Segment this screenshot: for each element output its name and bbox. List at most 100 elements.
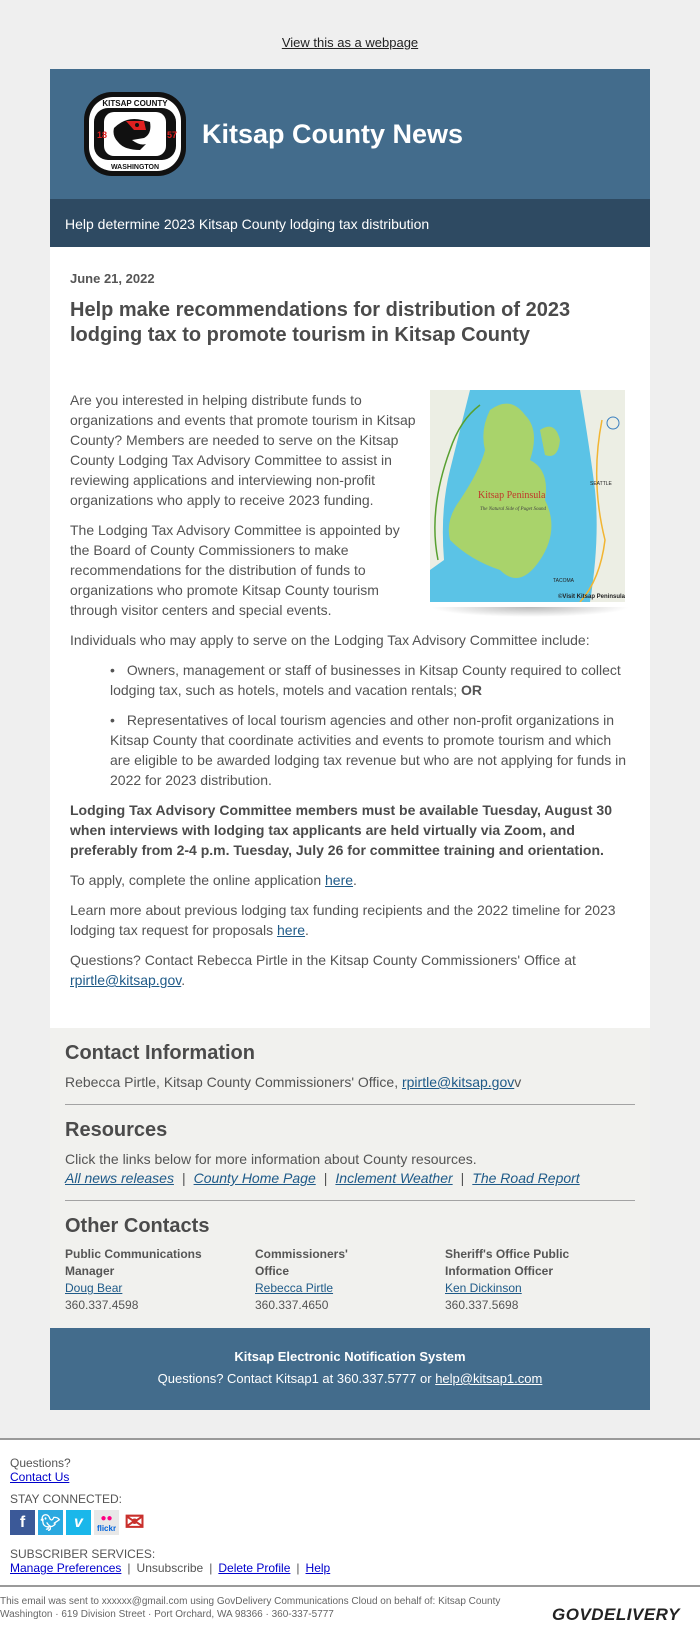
bullet-icon: • bbox=[110, 712, 115, 728]
help-email-link[interactable]: help@kitsap1.com bbox=[435, 1371, 542, 1386]
eligibility-paragraph: Individuals who may apply to serve on th… bbox=[70, 632, 590, 648]
resources-text: Click the links below for more informati… bbox=[65, 1151, 477, 1167]
link-separator: | bbox=[323, 1170, 328, 1186]
legal-footer: This email was sent to xxxxxx@gmail.com … bbox=[0, 1587, 690, 1627]
other-contacts-grid: Public Communications Manager Doug Bear … bbox=[65, 1246, 635, 1314]
link-separator: | bbox=[127, 1561, 131, 1575]
list-item: • Representatives of local tourism agenci… bbox=[110, 710, 630, 790]
contact-information-heading: Contact Information bbox=[65, 1042, 255, 1064]
article-date: June 21, 2022 bbox=[70, 271, 155, 286]
map-graphic: Kitsap Peninsula The Natural Side of Pug… bbox=[430, 390, 626, 603]
bullet-icon: • bbox=[110, 662, 115, 678]
stay-connected-label: STAY CONNECTED: bbox=[10, 1492, 123, 1506]
govdelivery-logo: GOVDELIVERY bbox=[552, 1605, 680, 1624]
eligibility-list: • Owners, management or staff of business… bbox=[70, 660, 630, 790]
apply-paragraph: To apply, complete the online applicatio… bbox=[70, 872, 357, 888]
contact-information-text: Rebecca Pirtle, Kitsap County Commission… bbox=[65, 1073, 635, 1092]
contact-name-link[interactable]: Ken Dickinson bbox=[445, 1281, 522, 1295]
road-report-link[interactable]: The Road Report bbox=[472, 1170, 579, 1186]
govdelivery-footer: Questions? Contact Us STAY CONNECTED: f … bbox=[0, 1438, 700, 1627]
contact-name-link[interactable]: Doug Bear bbox=[65, 1281, 122, 1295]
questions-text: Questions? Contact Rebecca Pirtle in the… bbox=[70, 952, 576, 968]
contact-title: Commissioners' Office bbox=[255, 1247, 348, 1278]
email-background: View this as a webpage KITSAP COUNTY WAS… bbox=[0, 0, 700, 1438]
article: June 21, 2022 Help make recommendations … bbox=[50, 247, 650, 1028]
notification-system-banner: Kitsap Electronic Notification System Qu… bbox=[50, 1328, 650, 1410]
email-subscribe-icon[interactable]: ✉ bbox=[122, 1509, 147, 1536]
subscriber-links: Manage Preferences | Unsubscribe | Delete Pr… bbox=[10, 1561, 690, 1575]
masthead: KITSAP COUNTY WASHINGTON 18 57 Kitsap Co… bbox=[50, 69, 650, 199]
contact-title: Public Communications Manager bbox=[65, 1247, 202, 1278]
map-shadow bbox=[430, 607, 630, 617]
article-headline: Help make recommendations for distributi… bbox=[70, 299, 571, 346]
map-label-seattle: SEATTLE bbox=[590, 481, 613, 487]
newsletter-title: Kitsap County News bbox=[202, 118, 464, 149]
divider bbox=[65, 1104, 635, 1105]
contact-phone: 360.337.4598 bbox=[65, 1298, 139, 1312]
manage-preferences-link[interactable]: Manage Preferences bbox=[10, 1561, 121, 1575]
apply-text: To apply, complete the online applicatio… bbox=[70, 872, 326, 888]
contact-phone: 360.337.5698 bbox=[445, 1298, 519, 1312]
contact-card: Commissioners' Office Rebecca Pirtle 360… bbox=[255, 1246, 445, 1314]
flickr-icon[interactable]: ●● flickr bbox=[94, 1510, 119, 1535]
divider bbox=[65, 1200, 635, 1201]
list-item-emphasis: OR bbox=[460, 682, 482, 698]
map-label-tagline: The Natural Side of Puget Sound bbox=[480, 507, 546, 512]
map-label-kitsap: Kitsap Peninsula bbox=[478, 490, 546, 501]
facebook-icon[interactable]: f bbox=[10, 1510, 35, 1535]
email-container: KITSAP COUNTY WASHINGTON 18 57 Kitsap Co… bbox=[50, 69, 650, 1410]
twitter-icon[interactable]: 🐦︎ bbox=[38, 1510, 63, 1535]
link-separator: | bbox=[209, 1561, 213, 1575]
subject-bar: Help determine 2023 Kitsap County lodgin… bbox=[50, 199, 650, 247]
list-item-text: Owners, management or staff of businesse… bbox=[110, 662, 621, 698]
learn-more-text: Learn more about previous lodging tax fu… bbox=[70, 902, 616, 938]
link-separator: | bbox=[296, 1561, 300, 1575]
resources-heading: Resources bbox=[65, 1119, 168, 1141]
resources-links: All news releases | County Home Page | Incle… bbox=[65, 1169, 635, 1188]
inclement-weather-link[interactable]: Inclement Weather bbox=[335, 1170, 452, 1186]
logo-top-text: KITSAP COUNTY bbox=[102, 99, 168, 108]
other-contacts-heading: Other Contacts bbox=[65, 1215, 210, 1237]
subscriber-services-label: SUBSCRIBER SERVICES: bbox=[10, 1547, 156, 1561]
help-link[interactable]: Help bbox=[306, 1561, 331, 1575]
contact-text: Rebecca Pirtle, Kitsap County Commission… bbox=[65, 1074, 402, 1090]
delete-profile-link[interactable]: Delete Profile bbox=[218, 1561, 290, 1575]
contact-trailing-text: v bbox=[514, 1074, 522, 1090]
questions-paragraph: Questions? Contact Rebecca Pirtle in the… bbox=[70, 952, 576, 988]
questions-label: Questions? bbox=[10, 1456, 71, 1470]
availability-paragraph: Lodging Tax Advisory Committee members m… bbox=[70, 802, 612, 858]
county-home-page-link[interactable]: County Home Page bbox=[194, 1170, 316, 1186]
notification-system-title: Kitsap Electronic Notification System bbox=[234, 1349, 466, 1364]
link-separator: | bbox=[460, 1170, 465, 1186]
contact-us-link[interactable]: Contact Us bbox=[10, 1470, 69, 1484]
list-item-text: Representatives of local tourism agencie… bbox=[110, 712, 627, 788]
logo-bottom-text: WASHINGTON bbox=[111, 164, 159, 171]
subscriber-block: Questions? Contact Us STAY CONNECTED: f … bbox=[10, 1440, 690, 1585]
contact-card: Public Communications Manager Doug Bear … bbox=[65, 1246, 255, 1314]
learn-more-paragraph: Learn more about previous lodging tax fu… bbox=[70, 902, 616, 938]
all-news-releases-link[interactable]: All news releases bbox=[65, 1170, 174, 1186]
apply-link[interactable]: here bbox=[325, 872, 353, 888]
contact-title: Sheriff's Office Public Information Offi… bbox=[445, 1247, 570, 1278]
unsubscribe-link[interactable]: Unsubscribe bbox=[137, 1561, 204, 1575]
link-separator: | bbox=[181, 1170, 186, 1186]
contact-phone: 360.337.4650 bbox=[255, 1298, 329, 1312]
view-webpage-bar: View this as a webpage bbox=[0, 0, 700, 69]
map-label-tacoma: TACOMA bbox=[553, 578, 575, 584]
contact-information-email-link[interactable]: rpirtle@kitsap.gov bbox=[402, 1074, 514, 1090]
kitsap-peninsula-map-image: Kitsap Peninsula The Natural Side of Pug… bbox=[430, 390, 630, 617]
view-webpage-link[interactable]: View this as a webpage bbox=[282, 35, 418, 50]
banner-text: Questions? Contact Kitsap1 at 360.337.57… bbox=[157, 1371, 436, 1386]
social-links: f 🐦︎ v ●● flickr ✉ bbox=[10, 1509, 690, 1536]
contact-email-link[interactable]: rpirtle@kitsap.gov bbox=[70, 972, 181, 988]
info-section: Contact Information Rebecca Pirtle, Kits… bbox=[50, 1028, 650, 1328]
map-credit: ©Visit Kitsap Peninsula bbox=[558, 593, 625, 600]
logo-year-left: 18 bbox=[97, 130, 107, 140]
learn-more-link[interactable]: here bbox=[277, 922, 305, 938]
vimeo-icon[interactable]: v bbox=[66, 1510, 91, 1535]
contact-card: Sheriff's Office Public Information Offi… bbox=[445, 1246, 635, 1314]
notification-system-text: Questions? Contact Kitsap1 at 360.337.57… bbox=[50, 1368, 650, 1390]
contact-name-link[interactable]: Rebecca Pirtle bbox=[255, 1281, 333, 1295]
legal-text: This email was sent to xxxxxx@gmail.com … bbox=[0, 1596, 501, 1620]
list-item: • Owners, management or staff of business… bbox=[110, 660, 630, 700]
